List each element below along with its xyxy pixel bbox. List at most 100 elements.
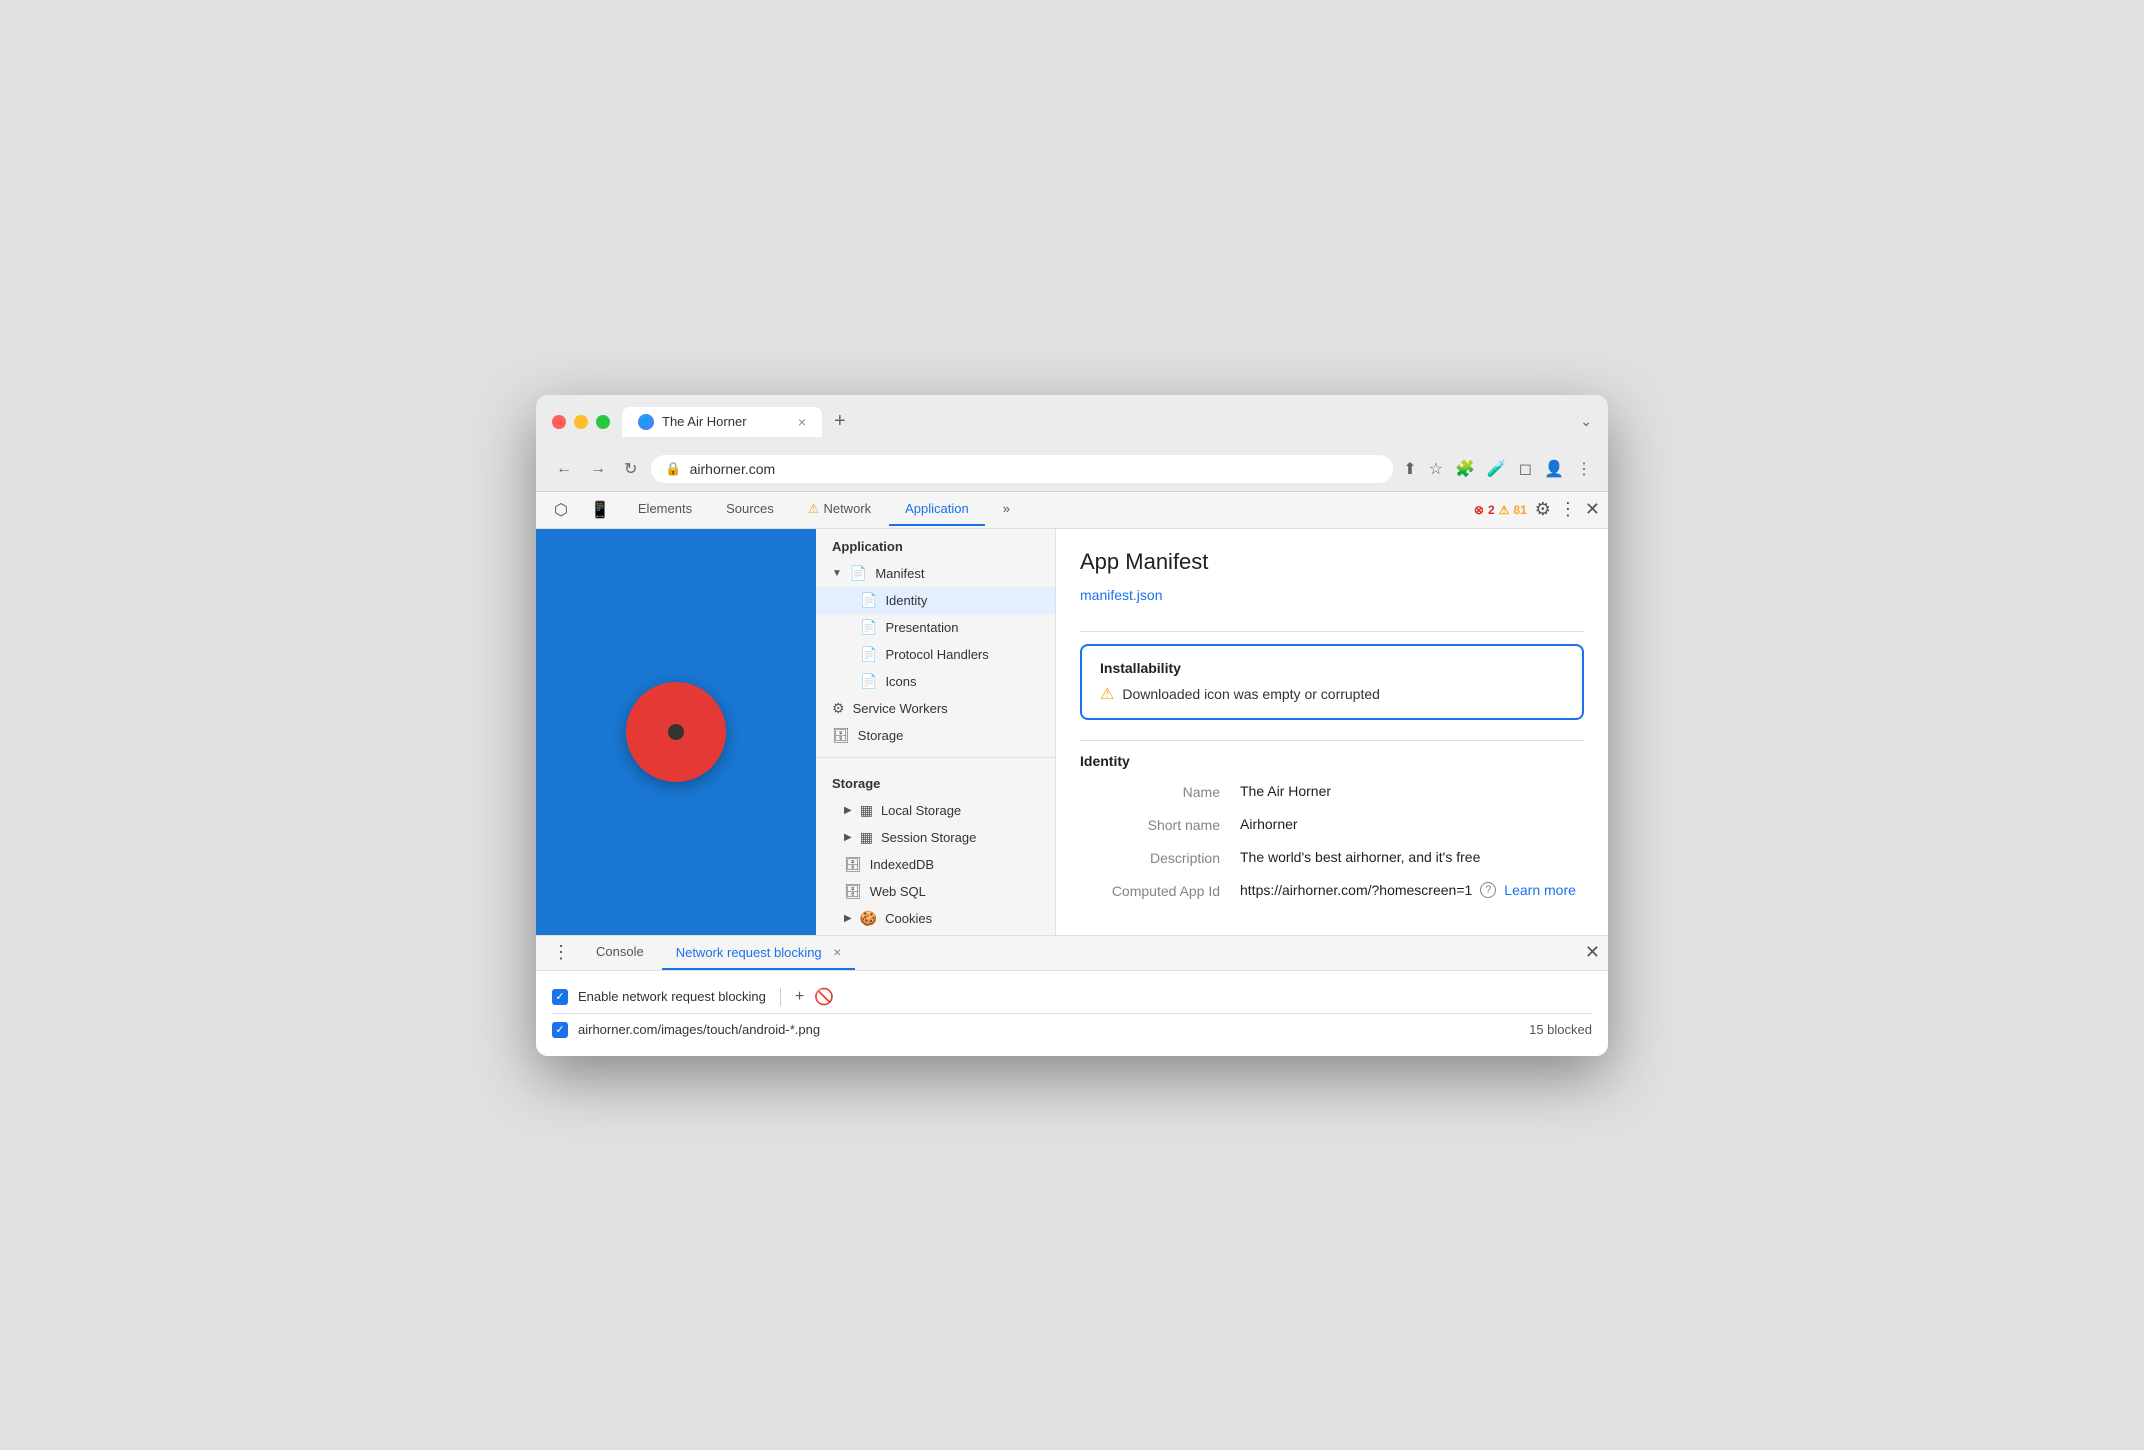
indexeddb-icon: 🗄 bbox=[844, 856, 862, 873]
warning-triangle-icon: ⚠ bbox=[1100, 684, 1114, 704]
presentation-label: Presentation bbox=[885, 620, 958, 635]
enable-checkbox[interactable]: ✓ bbox=[552, 989, 568, 1005]
bookmark-icon[interactable]: ☆ bbox=[1429, 459, 1443, 479]
learn-more-link[interactable]: Learn more bbox=[1504, 882, 1576, 898]
presentation-file-icon: 📄 bbox=[860, 619, 877, 636]
new-tab-button[interactable]: + bbox=[826, 410, 854, 433]
sidebar-item-protocol-handlers[interactable]: 📄 Protocol Handlers bbox=[816, 641, 1055, 668]
storage-label: Storage bbox=[858, 728, 904, 743]
title-bar: 🌐 The Air Horner × + ⌄ bbox=[536, 395, 1608, 447]
sidebar-storage-header: Storage bbox=[816, 766, 1055, 797]
browser-tab[interactable]: 🌐 The Air Horner × bbox=[622, 407, 822, 437]
url-bar[interactable]: 🔒 airhorner.com bbox=[651, 455, 1393, 483]
sidebar-item-presentation[interactable]: 📄 Presentation bbox=[816, 614, 1055, 641]
local-storage-arrow-icon: ▶ bbox=[844, 805, 852, 816]
lab-icon[interactable]: 🧪 bbox=[1487, 459, 1507, 479]
sidebar-item-websql[interactable]: 🗄 Web SQL bbox=[816, 878, 1055, 905]
devtools-actions: ⊗ 2 ⚠ 81 ⚙ ⋮ ✕ bbox=[1474, 499, 1600, 520]
error-badge: ⊗ 2 ⚠ 81 bbox=[1474, 503, 1527, 517]
info-row-computed-app-id: Computed App Id https://airhorner.com/?h… bbox=[1080, 882, 1584, 899]
sidebar-item-local-storage[interactable]: ▶ ▦ Local Storage bbox=[816, 797, 1055, 824]
split-icon[interactable]: ◻ bbox=[1519, 459, 1532, 479]
info-row-description: Description The world's best airhorner, … bbox=[1080, 849, 1584, 866]
sidebar-item-storage[interactable]: 🗄 Storage bbox=[816, 722, 1055, 749]
sidebar-application-header: Application bbox=[816, 529, 1055, 560]
service-workers-icon: ⚙ bbox=[832, 700, 845, 717]
tab-expand-icon[interactable]: ⌄ bbox=[1580, 413, 1592, 430]
devtools-body: Application ▼ 📄 Manifest 📄 Identity 📄 Pr… bbox=[536, 529, 1608, 935]
sidebar-item-indexeddb[interactable]: 🗄 IndexedDB bbox=[816, 851, 1055, 878]
bottom-close-icon[interactable]: ✕ bbox=[1585, 942, 1600, 963]
devtools-responsive-icon[interactable]: 📱 bbox=[580, 492, 620, 528]
block-icon-button[interactable]: 🚫 bbox=[814, 987, 834, 1007]
sidebar-item-icons[interactable]: 📄 Icons bbox=[816, 668, 1055, 695]
network-request-blocking-tab[interactable]: Network request blocking × bbox=[662, 936, 856, 970]
share-icon[interactable]: ⬆ bbox=[1403, 459, 1416, 479]
forward-button[interactable]: → bbox=[586, 456, 610, 482]
name-value: The Air Horner bbox=[1240, 783, 1331, 799]
sidebar-item-service-workers[interactable]: ⚙ Service Workers bbox=[816, 695, 1055, 722]
back-button[interactable]: ← bbox=[552, 456, 576, 482]
devtools-sidebar: Application ▼ 📄 Manifest 📄 Identity 📄 Pr… bbox=[816, 529, 1056, 935]
warning-icon: ⚠ bbox=[1499, 503, 1510, 517]
refresh-button[interactable]: ↻ bbox=[620, 455, 641, 483]
tab-application[interactable]: Application bbox=[889, 493, 985, 526]
tab-title: The Air Horner bbox=[662, 414, 790, 429]
icons-file-icon: 📄 bbox=[860, 673, 877, 690]
tab-sources[interactable]: Sources bbox=[710, 493, 790, 526]
protocol-file-icon: 📄 bbox=[860, 646, 877, 663]
cookies-label: Cookies bbox=[885, 911, 932, 926]
sidebar-item-identity[interactable]: 📄 Identity bbox=[816, 587, 1055, 614]
console-tab[interactable]: Console bbox=[582, 936, 658, 969]
installability-title: Installability bbox=[1100, 660, 1564, 676]
tab-elements[interactable]: Elements bbox=[622, 493, 708, 526]
horn-button[interactable] bbox=[626, 682, 726, 782]
close-button[interactable] bbox=[552, 415, 566, 429]
blocked-checkbox[interactable]: ✓ bbox=[552, 1022, 568, 1038]
add-rule-button[interactable]: + bbox=[795, 988, 804, 1006]
devtools-cursor-icon[interactable]: ⬡ bbox=[544, 492, 578, 528]
warning-count: 81 bbox=[1513, 503, 1526, 517]
address-bar: ← → ↻ 🔒 airhorner.com ⬆ ☆ 🧩 🧪 ◻ 👤 ⋮ bbox=[536, 447, 1608, 492]
lock-icon: 🔒 bbox=[665, 461, 681, 477]
devtools: ⬡ 📱 Elements Sources ⚠ Network Applicati… bbox=[536, 492, 1608, 1056]
info-row-short-name: Short name Airhorner bbox=[1080, 816, 1584, 833]
sidebar-item-cookies[interactable]: ▶ 🍪 Cookies bbox=[816, 905, 1055, 932]
identity-label: Identity bbox=[885, 593, 927, 608]
extensions-icon[interactable]: 🧩 bbox=[1455, 459, 1475, 479]
manifest-json-link[interactable]: manifest.json bbox=[1080, 587, 1162, 603]
cookies-arrow-icon: ▶ bbox=[844, 913, 852, 924]
tab-more[interactable]: » bbox=[987, 493, 1026, 526]
manifest-file-icon: 📄 bbox=[850, 565, 867, 582]
settings-icon[interactable]: ⚙ bbox=[1535, 499, 1551, 520]
bottom-menu-icon[interactable]: ⋮ bbox=[544, 936, 578, 969]
devtools-menu-icon[interactable]: ⋮ bbox=[1559, 499, 1577, 520]
local-storage-icon: ▦ bbox=[860, 802, 873, 819]
enable-label: Enable network request blocking bbox=[578, 989, 766, 1004]
bottom-tabs: ⋮ Console Network request blocking × ✕ bbox=[536, 936, 1608, 971]
sidebar-item-session-storage[interactable]: ▶ ▦ Session Storage bbox=[816, 824, 1055, 851]
network-tab-close-icon[interactable]: × bbox=[833, 944, 841, 960]
profile-icon[interactable]: 👤 bbox=[1544, 459, 1564, 479]
bottom-content: ✓ Enable network request blocking + 🚫 ✓ … bbox=[536, 971, 1608, 1056]
help-icon[interactable]: ? bbox=[1480, 882, 1496, 898]
menu-icon[interactable]: ⋮ bbox=[1576, 459, 1592, 479]
blocked-row: ✓ airhorner.com/images/touch/android-*.p… bbox=[552, 1014, 1592, 1046]
blocked-path: airhorner.com/images/touch/android-*.png bbox=[578, 1022, 1519, 1037]
session-storage-arrow-icon: ▶ bbox=[844, 832, 852, 843]
tab-close-button[interactable]: × bbox=[798, 414, 806, 430]
traffic-lights bbox=[552, 415, 610, 429]
indexeddb-label: IndexedDB bbox=[870, 857, 934, 872]
browser-window: 🌐 The Air Horner × + ⌄ ← → ↻ 🔒 airhorner… bbox=[536, 395, 1608, 1056]
manifest-arrow-icon: ▼ bbox=[832, 568, 842, 579]
tab-network[interactable]: ⚠ Network bbox=[792, 493, 887, 527]
sidebar-item-manifest[interactable]: ▼ 📄 Manifest bbox=[816, 560, 1055, 587]
devtools-close-icon[interactable]: ✕ bbox=[1585, 499, 1600, 520]
main-content: App Manifest manifest.json Installabilit… bbox=[1056, 529, 1608, 935]
maximize-button[interactable] bbox=[596, 415, 610, 429]
websql-icon: 🗄 bbox=[844, 883, 862, 900]
divider-vertical bbox=[780, 988, 781, 1006]
minimize-button[interactable] bbox=[574, 415, 588, 429]
url-text: airhorner.com bbox=[690, 461, 776, 477]
installability-message: ⚠ Downloaded icon was empty or corrupted bbox=[1100, 684, 1564, 704]
